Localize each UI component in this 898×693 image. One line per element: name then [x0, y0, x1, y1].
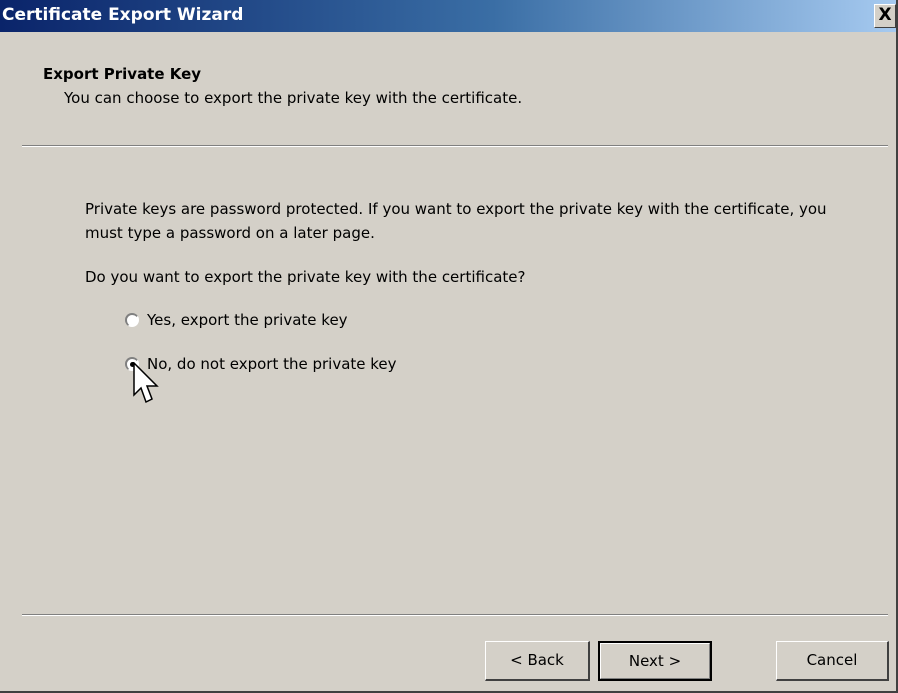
page-subtitle: You can choose to export the private key…	[64, 89, 523, 107]
radio-yes-label[interactable]: Yes, export the private key	[147, 311, 348, 329]
question-text: Do you want to export the private key wi…	[85, 268, 526, 286]
window-title: Certificate Export Wizard	[2, 5, 244, 25]
footer-divider	[22, 614, 888, 616]
close-button[interactable]: X	[874, 4, 896, 28]
title-bar[interactable]: Certificate Export Wizard X	[0, 0, 896, 32]
back-button[interactable]: < Back	[485, 641, 590, 681]
close-icon: X	[878, 5, 892, 25]
radio-yes[interactable]	[125, 313, 139, 327]
radio-no-label[interactable]: No, do not export the private key	[147, 355, 397, 373]
next-button[interactable]: Next >	[598, 641, 712, 681]
page-title: Export Private Key	[43, 65, 202, 83]
header-divider	[22, 145, 888, 147]
radio-selected-dot	[130, 362, 135, 367]
radio-no[interactable]	[125, 357, 139, 371]
cancel-button[interactable]: Cancel	[776, 641, 889, 681]
description-text: Private keys are password protected. If …	[85, 200, 827, 242]
next-button-label: Next >	[628, 652, 682, 670]
certificate-export-wizard-window: Certificate Export Wizard X Export Priva…	[0, 0, 898, 693]
wizard-header	[0, 32, 896, 144]
export-private-key-no-option[interactable]: No, do not export the private key	[125, 353, 397, 375]
export-private-key-yes-option[interactable]: Yes, export the private key	[125, 309, 348, 331]
